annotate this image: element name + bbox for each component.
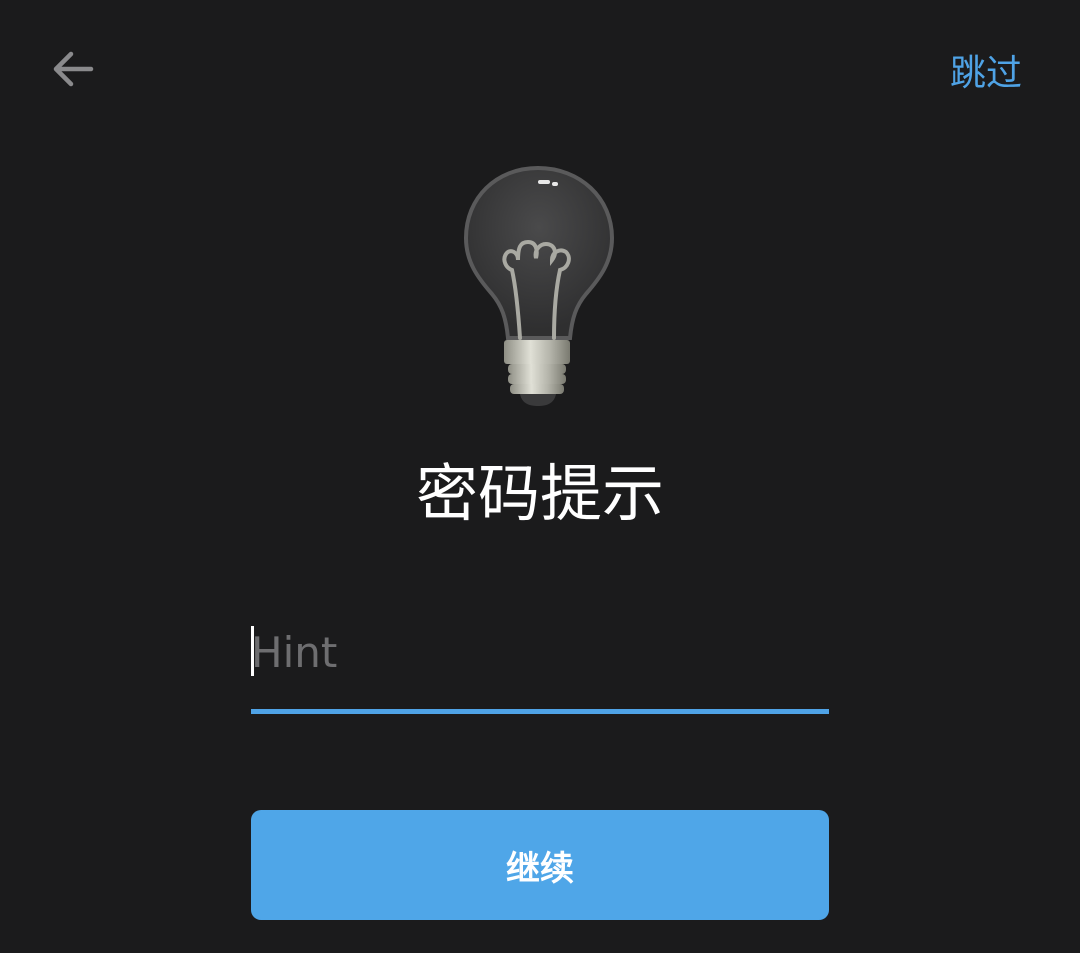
password-hint-screen: 跳过 密码提示 继续 <box>0 0 1080 953</box>
page-title: 密码提示 <box>415 457 664 530</box>
back-button[interactable] <box>36 32 110 106</box>
hint-input[interactable] <box>251 616 829 688</box>
continue-button[interactable]: 继续 <box>251 810 829 920</box>
hint-field[interactable] <box>251 616 829 714</box>
text-cursor <box>251 626 254 676</box>
arrow-left-icon <box>53 51 94 87</box>
skip-button[interactable]: 跳过 <box>950 42 1022 98</box>
light-bulb-icon <box>463 165 615 406</box>
